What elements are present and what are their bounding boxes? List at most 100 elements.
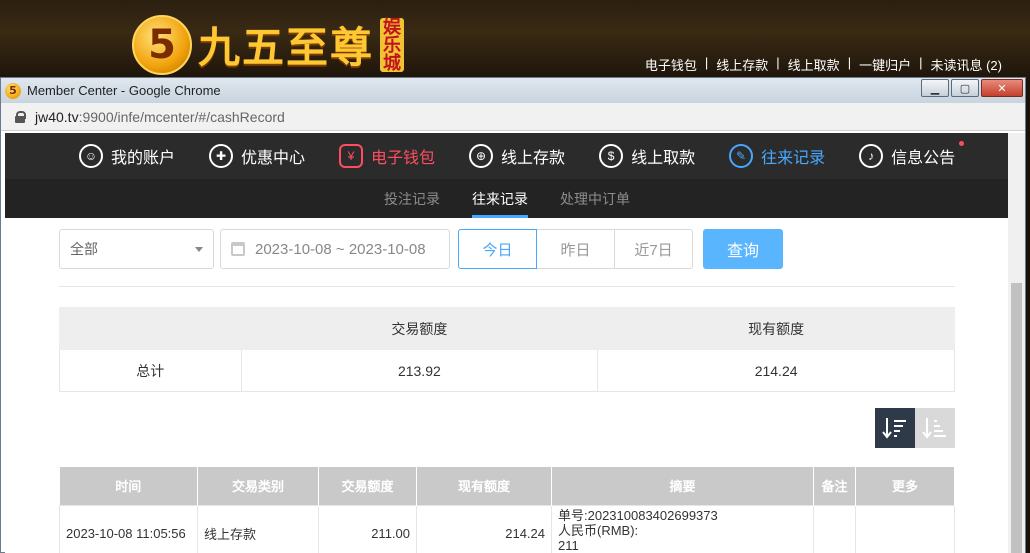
header-link-withdraw[interactable]: 线上取款 xyxy=(788,55,840,74)
quick-date-group: 今日 昨日 近7日 xyxy=(458,229,693,269)
summary-line: 211 xyxy=(558,537,579,553)
tab-bet-records[interactable]: 投注记录 xyxy=(368,179,456,218)
tab-cash-records[interactable]: 往来记录 xyxy=(456,179,544,218)
date-range-input[interactable]: 2023-10-08 ~ 2023-10-08 xyxy=(220,229,450,269)
logo-coin-icon: 5 xyxy=(132,14,192,75)
close-button[interactable]: ✕ xyxy=(981,79,1023,97)
summary-header-blank xyxy=(59,307,242,350)
summary-total-row: 总计 213.92 214.24 xyxy=(59,349,955,392)
main-nav: ☺ 我的账户 ✚ 优惠中心 ¥ 电子钱包 ⊕ 线上存款 $ 线上取款 ✎ 往来记… xyxy=(5,133,1009,179)
window-titlebar[interactable]: 5 Member Center - Google Chrome ▁ ▢ ✕ xyxy=(1,78,1025,103)
link-separator: | xyxy=(776,55,780,70)
wallet-icon: ¥ xyxy=(339,144,364,168)
nav-item-records[interactable]: ✎ 往来记录 xyxy=(729,144,825,168)
cell-note xyxy=(813,504,856,553)
nav-item-announcements[interactable]: ♪ 信息公告 xyxy=(859,141,965,168)
url-host: jw40.tv xyxy=(35,108,79,125)
logo-text: 九五至尊 xyxy=(198,23,375,72)
col-more[interactable]: 更多 xyxy=(855,467,955,505)
nav-item-label: 电子钱包 xyxy=(371,150,436,167)
url-path: :9900/infe/mcenter/#/cashRecord xyxy=(78,108,285,125)
chevron-down-icon xyxy=(195,246,203,252)
cell-trade: 211.00 xyxy=(318,504,417,553)
header-link-merge[interactable]: 一键归户 xyxy=(859,55,911,74)
today-button[interactable]: 今日 xyxy=(458,229,537,269)
nav-item-deposit[interactable]: ⊕ 线上存款 xyxy=(469,144,565,168)
deposit-icon: ⊕ xyxy=(469,144,494,168)
cell-more[interactable] xyxy=(855,504,955,553)
withdraw-icon: $ xyxy=(599,144,624,168)
nav-item-label: 线上取款 xyxy=(631,150,696,167)
nav-item-label: 往来记录 xyxy=(761,150,826,167)
minimize-button[interactable]: ▁ xyxy=(921,79,949,97)
summary-header-trade: 交易额度 xyxy=(240,307,599,350)
window-title: Member Center - Google Chrome xyxy=(27,83,221,98)
link-separator: | xyxy=(919,55,923,70)
logo-badge: 娱乐城 xyxy=(380,17,405,72)
nav-item-label: 优惠中心 xyxy=(241,150,306,167)
divider xyxy=(59,286,955,287)
col-summary[interactable]: 摘要 xyxy=(551,467,814,505)
cell-type: 线上存款 xyxy=(197,504,319,553)
address-bar[interactable]: jw40.tv:9900/infe/mcenter/#/cashRecord xyxy=(1,103,1025,131)
type-select[interactable]: 全部 xyxy=(59,229,214,269)
header-link-deposit[interactable]: 线上存款 xyxy=(716,55,768,74)
site-logo[interactable]: 5 九五至尊 娱乐城 xyxy=(132,14,405,75)
summary-header-row: 交易额度 现有额度 xyxy=(59,307,955,350)
tab-pending-orders[interactable]: 处理中订单 xyxy=(544,179,646,218)
last-7-days-button[interactable]: 近7日 xyxy=(614,229,693,269)
filter-bar: 全部 2023-10-08 ~ 2023-10-08 今日 昨日 近7日 查询 xyxy=(59,229,783,269)
calendar-icon xyxy=(231,242,245,256)
nav-item-wallet[interactable]: ¥ 电子钱包 xyxy=(339,144,435,168)
maximize-button[interactable]: ▢ xyxy=(951,79,979,97)
summary-line: 单号:202310083402699373 xyxy=(558,507,718,523)
sort-desc-button[interactable] xyxy=(875,408,915,448)
sort-desc-icon xyxy=(882,418,906,439)
link-separator: | xyxy=(704,55,709,70)
nav-item-withdraw[interactable]: $ 线上取款 xyxy=(599,144,695,168)
scrollbar-thumb[interactable] xyxy=(1011,283,1022,553)
sort-asc-button[interactable] xyxy=(915,408,955,448)
records-table: 时间 交易类别 交易额度 现有额度 摘要 备注 更多 2023-10-08 11… xyxy=(59,467,955,553)
notification-dot xyxy=(959,141,965,146)
header-link-messages[interactable]: 未读讯息 (2) xyxy=(930,55,1002,74)
record-icon: ✎ xyxy=(729,144,754,168)
table-row: 2023-10-08 11:05:56 线上存款 211.00 214.24 单… xyxy=(59,504,955,553)
nav-item-promotions[interactable]: ✚ 优惠中心 xyxy=(209,144,305,168)
summary-header-current: 现有额度 xyxy=(597,307,955,350)
sort-toggle xyxy=(875,408,955,448)
cell-time: 2023-10-08 11:05:56 xyxy=(59,504,198,553)
sub-nav: 投注记录 往来记录 处理中订单 xyxy=(5,179,1009,218)
yesterday-button[interactable]: 昨日 xyxy=(536,229,615,269)
records-header-row: 时间 交易类别 交易额度 现有额度 摘要 备注 更多 xyxy=(59,467,955,505)
summary-total-label: 总计 xyxy=(59,349,242,392)
gift-icon: ✚ xyxy=(209,144,234,168)
nav-item-label: 线上存款 xyxy=(501,150,566,167)
col-type[interactable]: 交易类别 xyxy=(197,467,319,505)
window-controls: ▁ ▢ ✕ xyxy=(919,79,1023,97)
app-icon: 5 xyxy=(5,82,21,99)
bell-icon: ♪ xyxy=(859,144,884,168)
cell-current: 214.24 xyxy=(416,504,552,553)
summary-trade-amount: 213.92 xyxy=(240,349,599,392)
browser-window: 5 Member Center - Google Chrome ▁ ▢ ✕ jw… xyxy=(0,77,1026,553)
header-link-wallet[interactable]: 电子钱包 xyxy=(645,55,697,74)
header-links: 电子钱包 | 线上存款 | 线上取款 | 一键归户 | 未读讯息 (2) xyxy=(645,55,1002,74)
col-trade[interactable]: 交易额度 xyxy=(318,467,417,505)
summary-line: 人民币(RMB): xyxy=(558,522,639,538)
nav-item-account[interactable]: ☺ 我的账户 xyxy=(79,144,175,168)
date-range-value: 2023-10-08 ~ 2023-10-08 xyxy=(255,240,426,258)
col-note[interactable]: 备注 xyxy=(813,467,856,505)
summary-current-amount: 214.24 xyxy=(597,349,955,392)
user-icon: ☺ xyxy=(79,144,103,168)
sort-asc-icon xyxy=(922,418,946,439)
site-header: 5 九五至尊 娱乐城 电子钱包 | 线上存款 | 线上取款 | 一键归户 | 未读讯息 … xyxy=(0,0,1030,80)
cell-summary: 单号:202310083402699373 人民币(RMB): 211 xyxy=(551,504,814,553)
summary-table: 交易额度 现有额度 总计 213.92 214.24 xyxy=(59,307,955,392)
lock-icon xyxy=(15,110,26,123)
col-current[interactable]: 现有额度 xyxy=(416,467,552,505)
vertical-scrollbar[interactable] xyxy=(1008,133,1025,553)
query-button[interactable]: 查询 xyxy=(703,229,783,269)
col-time[interactable]: 时间 xyxy=(59,467,198,505)
link-separator: | xyxy=(847,55,852,70)
